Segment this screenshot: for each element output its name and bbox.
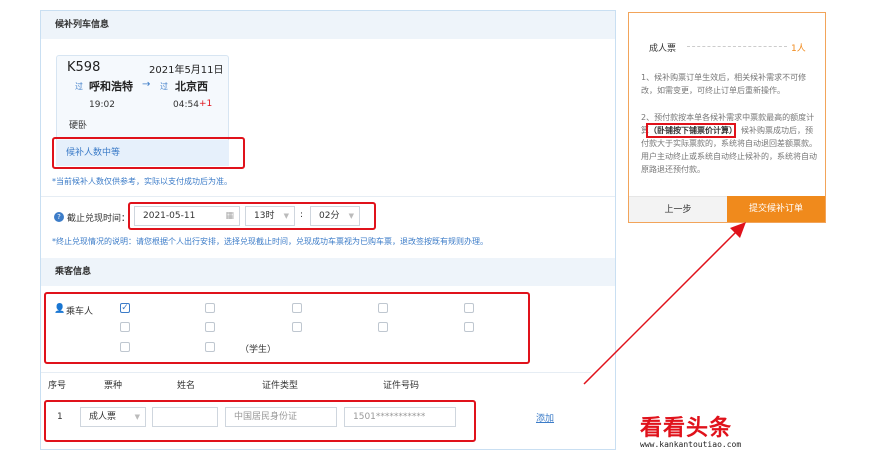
col-header-index: 序号 (48, 381, 67, 391)
passenger-section-title: 乘客信息 (41, 258, 615, 286)
ticket-count-value: 1人 (791, 44, 806, 54)
to-pass-tag: 过 (160, 82, 168, 91)
tip-1: 1、候补购票订单生效后，相关候补需求不可修改，如需变更，可终止订单后重新操作。 (641, 73, 807, 95)
arrive-next-day: +1 (199, 99, 213, 109)
col-header-ticket-type: 票种 (104, 381, 123, 391)
watermark-logo: 看看头条 (640, 410, 732, 442)
highlight-box-waiting (52, 137, 245, 169)
train-section-title: 候补列车信息 (41, 11, 615, 39)
train-number: K598 (67, 60, 101, 75)
depart-time: 19:02 (89, 100, 115, 110)
ticket-count-label: 成人票 (649, 44, 677, 54)
train-date: 2021年5月11日 (149, 65, 224, 76)
divider (41, 372, 591, 373)
deadline-label: 截止兑现时间： (67, 214, 131, 224)
tip-2: 2、预付款按本单各候补需求中票款最高的额度计算（卧铺按下铺票价计算）；候补购票成… (641, 111, 819, 176)
order-summary-panel: 成人票 1人 1、候补购票订单生效后，相关候补需求不可修改，如需变更，可终止订单… (628, 12, 826, 223)
tip-2-highlight: （卧铺按下铺票价计算） (646, 123, 736, 138)
to-station: 北京西 (175, 80, 208, 93)
seat-type: 硬卧 (69, 121, 88, 131)
col-header-name: 姓名 (177, 381, 196, 391)
col-header-id-number: 证件号码 (383, 381, 420, 391)
from-station: 呼和浩特 (89, 80, 133, 93)
highlight-box-deadline (128, 202, 376, 230)
waiting-note: *当前候补人数仅供参考，实际以支付成功后为准。 (52, 177, 232, 186)
help-icon[interactable]: ? (54, 212, 64, 222)
watermark-url: www.kankantoutiao.com (640, 440, 742, 449)
divider (41, 196, 615, 197)
highlight-box-passengers (44, 292, 530, 364)
watermark-text: 看看头条 (640, 416, 733, 441)
col-header-id-type: 证件类型 (262, 381, 299, 391)
deadline-note: *终止兑现情况的说明：请您根据个人出行安排，选择兑现截止时间，兑现成功车票视为已… (52, 237, 488, 246)
arrive-time: 04:54 (173, 100, 199, 110)
from-pass-tag: 过 (75, 82, 83, 91)
annotation-arrow (583, 222, 746, 385)
arrow-right-icon: → (142, 79, 151, 90)
add-passenger-link[interactable]: 添加 (536, 411, 554, 424)
highlight-box-passenger-row (44, 400, 476, 442)
dotted-leader (687, 46, 787, 47)
